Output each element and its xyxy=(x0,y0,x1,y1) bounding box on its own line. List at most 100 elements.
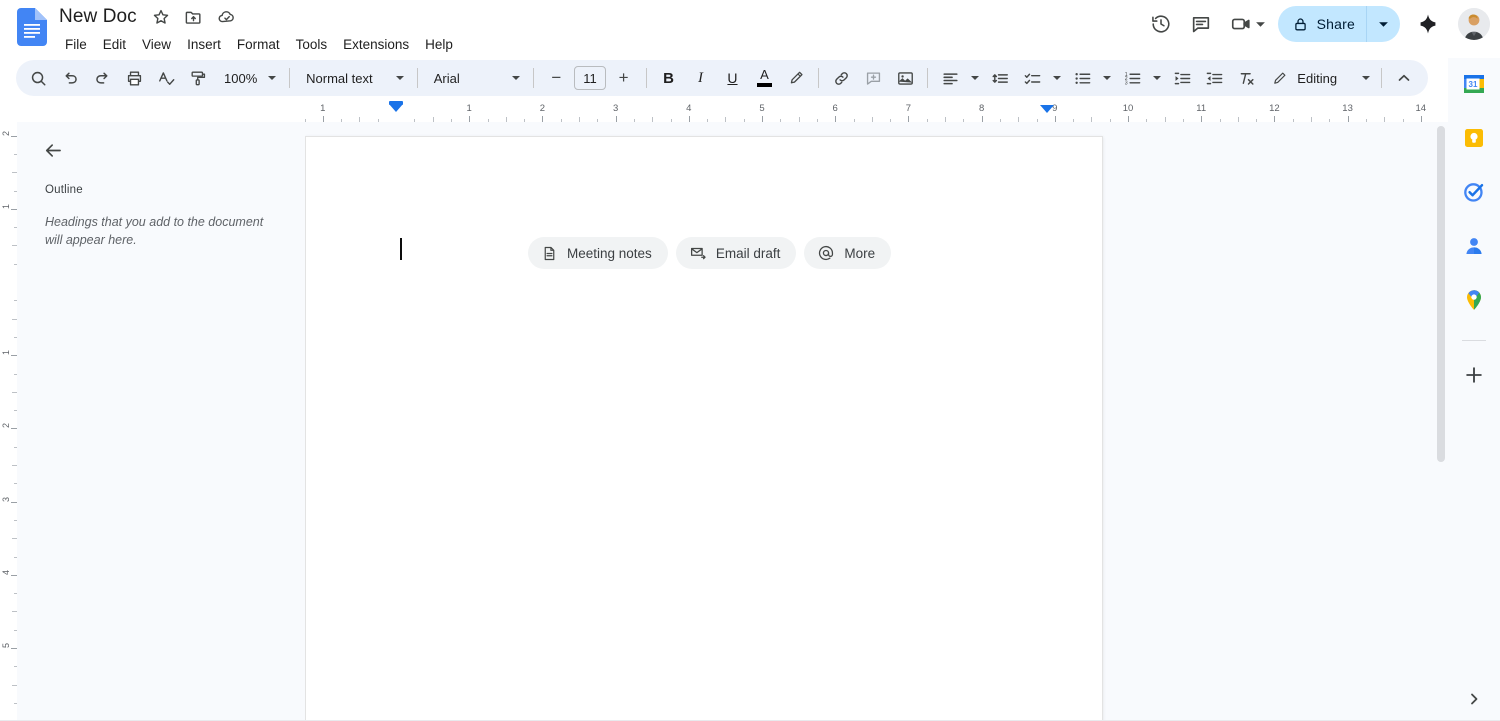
close-outline-button[interactable] xyxy=(39,136,67,164)
chevron-down-icon xyxy=(970,73,980,83)
document-page[interactable]: Meeting notes Email draft xyxy=(305,136,1103,721)
checklist-options-caret[interactable] xyxy=(1050,64,1064,92)
cloud-saved-icon[interactable] xyxy=(216,6,238,28)
ruler-tick-label: 14 xyxy=(1416,103,1427,114)
numbered-list-options-caret[interactable] xyxy=(1150,64,1164,92)
increase-indent-icon[interactable] xyxy=(1200,64,1228,92)
line-spacing-icon[interactable] xyxy=(986,64,1014,92)
right-indent-marker[interactable] xyxy=(1040,105,1054,113)
add-comment-icon[interactable] xyxy=(859,64,887,92)
chevron-down-icon xyxy=(1052,73,1062,83)
document-canvas[interactable]: Meeting notes Email draft xyxy=(305,122,1448,721)
chip-email-draft[interactable]: Email draft xyxy=(676,237,797,269)
add-ons-plus-icon[interactable] xyxy=(1454,355,1494,395)
font-family-selector[interactable]: Arial xyxy=(426,64,526,92)
font-size-input[interactable]: 11 xyxy=(574,66,605,90)
menu-view[interactable]: View xyxy=(134,33,179,57)
chip-more[interactable]: More xyxy=(804,237,891,269)
account-avatar[interactable] xyxy=(1458,8,1490,40)
formatting-toolbar: 100% Normal text Arial − 11 + B I U xyxy=(16,60,1428,96)
ruler-tick-label: 2 xyxy=(1,423,11,428)
menu-tools[interactable]: Tools xyxy=(288,33,336,57)
google-keep-icon[interactable] xyxy=(1454,118,1494,158)
print-icon[interactable] xyxy=(120,64,148,92)
text-color-button[interactable]: A xyxy=(750,64,778,92)
underline-button[interactable]: U xyxy=(718,64,746,92)
collapse-toolbar-button[interactable] xyxy=(1390,64,1418,92)
side-panel: 31 xyxy=(1448,58,1500,721)
decrease-font-size-button[interactable]: − xyxy=(542,64,570,92)
checklist-icon[interactable] xyxy=(1018,64,1046,92)
google-tasks-icon[interactable] xyxy=(1454,172,1494,212)
numbered-list-icon[interactable]: 1 2 3 xyxy=(1118,64,1146,92)
menu-format[interactable]: Format xyxy=(229,33,288,57)
email-icon xyxy=(689,244,707,262)
menu-insert[interactable]: Insert xyxy=(179,33,229,57)
main-content-area: Outline Headings that you add to the doc… xyxy=(17,122,1448,721)
text-cursor xyxy=(400,238,402,260)
expand-side-panel-button[interactable] xyxy=(1460,685,1488,713)
side-panel-divider xyxy=(1462,340,1486,341)
clear-formatting-icon[interactable] xyxy=(1232,64,1260,92)
increase-font-size-button[interactable]: + xyxy=(610,64,638,92)
undo-icon[interactable] xyxy=(56,64,84,92)
spellcheck-icon[interactable] xyxy=(152,64,180,92)
paragraph-style-selector[interactable]: Normal text xyxy=(298,64,409,92)
editing-mode-selector[interactable]: Editing xyxy=(1262,64,1375,92)
chevron-down-icon xyxy=(395,73,405,83)
toolbar-divider xyxy=(533,68,534,88)
align-left-icon[interactable] xyxy=(936,64,964,92)
vertical-scrollbar-thumb[interactable] xyxy=(1437,126,1445,462)
font-family-value: Arial xyxy=(434,71,460,86)
zoom-selector[interactable]: 100% xyxy=(216,64,281,92)
chevron-right-icon xyxy=(1467,692,1481,706)
ruler-tick-label: 7 xyxy=(906,103,911,114)
document-icon xyxy=(541,245,558,262)
vertical-ruler[interactable]: 2112345 xyxy=(0,122,17,721)
document-title[interactable]: New Doc xyxy=(57,3,139,31)
version-history-icon[interactable] xyxy=(1141,4,1181,44)
bulleted-list-icon[interactable] xyxy=(1068,64,1096,92)
ruler-tick-label: 1 xyxy=(320,103,325,114)
chip-meeting-notes[interactable]: Meeting notes xyxy=(528,237,668,269)
align-options-caret[interactable] xyxy=(968,64,982,92)
ruler-tick-label: 5 xyxy=(1,643,11,648)
bulleted-list-options-caret[interactable] xyxy=(1100,64,1114,92)
menu-help[interactable]: Help xyxy=(417,33,461,57)
share-options-caret[interactable] xyxy=(1366,6,1400,42)
lock-icon xyxy=(1292,16,1309,33)
insert-link-icon[interactable] xyxy=(827,64,855,92)
chevron-down-icon xyxy=(1102,73,1112,83)
move-to-folder-icon[interactable] xyxy=(183,6,205,28)
horizontal-ruler[interactable]: 11234567891011121314 xyxy=(302,100,1438,122)
google-contacts-icon[interactable] xyxy=(1454,226,1494,266)
highlight-pen-icon[interactable] xyxy=(782,64,810,92)
bold-button[interactable]: B xyxy=(654,64,682,92)
share-button[interactable]: Share xyxy=(1278,6,1366,42)
first-line-indent-marker[interactable] xyxy=(389,101,403,105)
gemini-sparkle-icon[interactable] xyxy=(1408,4,1448,44)
meet-call-button[interactable] xyxy=(1221,4,1270,44)
paint-format-icon[interactable] xyxy=(184,64,212,92)
star-icon[interactable] xyxy=(150,6,172,28)
redo-icon[interactable] xyxy=(88,64,116,92)
search-icon[interactable] xyxy=(24,64,52,92)
italic-button[interactable]: I xyxy=(686,64,714,92)
chevron-down-icon xyxy=(1361,73,1371,83)
paragraph-style-value: Normal text xyxy=(306,71,372,86)
ruler-tick-label: 6 xyxy=(833,103,838,114)
menu-file[interactable]: File xyxy=(57,33,95,57)
at-sign-icon xyxy=(817,244,835,262)
google-maps-icon[interactable] xyxy=(1454,280,1494,320)
docs-logo-icon[interactable] xyxy=(17,8,47,46)
chevron-down-icon xyxy=(511,73,521,83)
comment-history-icon[interactable] xyxy=(1181,4,1221,44)
insert-image-icon[interactable] xyxy=(891,64,919,92)
decrease-indent-icon[interactable] xyxy=(1168,64,1196,92)
menu-edit[interactable]: Edit xyxy=(95,33,134,57)
menu-extensions[interactable]: Extensions xyxy=(335,33,417,57)
left-indent-marker[interactable] xyxy=(389,104,403,112)
outline-heading: Outline xyxy=(45,184,281,196)
google-calendar-icon[interactable]: 31 xyxy=(1454,64,1494,104)
ruler-tick-label: 4 xyxy=(686,103,691,114)
